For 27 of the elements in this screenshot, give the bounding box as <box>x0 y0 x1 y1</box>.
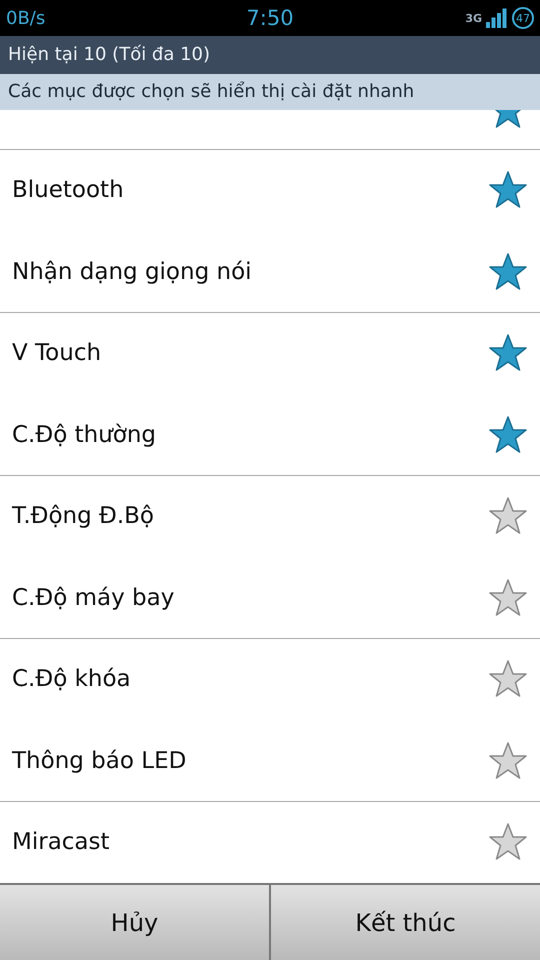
star-icon[interactable] <box>488 414 528 455</box>
list-item[interactable]: Nhận dạng giọng nói <box>0 231 540 313</box>
star-icon[interactable] <box>488 659 528 700</box>
star-icon[interactable] <box>488 740 528 781</box>
star-icon[interactable] <box>488 333 528 374</box>
star-icon[interactable] <box>488 578 528 618</box>
list-item[interactable]: Thông báo LED <box>0 720 540 802</box>
list-item[interactable]: Miracast <box>0 802 540 884</box>
star-icon[interactable] <box>488 252 528 292</box>
signal-icon <box>486 8 508 28</box>
finish-button[interactable]: Kết thúc <box>271 885 540 960</box>
network-speed: 0B/s <box>6 8 46 29</box>
list-item[interactable]: T.Động Đ.Bộ <box>0 476 540 558</box>
star-icon[interactable] <box>488 496 528 536</box>
list-item[interactable]: C.Độ thường <box>0 394 540 476</box>
header-subtitle: Các mục được chọn sẽ hiển thị cài đặt nhanh <box>0 74 540 110</box>
list-item[interactable]: Bluetooth <box>0 150 540 232</box>
header-title: Hiện tại 10 (Tối đa 10) <box>0 36 540 74</box>
star-icon[interactable] <box>488 822 528 862</box>
star-icon[interactable] <box>488 170 528 210</box>
clock: 7:50 <box>245 6 295 30</box>
list-item[interactable]: C.Độ máy bay <box>0 557 540 639</box>
list-item[interactable]: V Touch <box>0 312 540 394</box>
network-type: 3G <box>465 12 482 24</box>
list-item[interactable]: C.Độ khóa <box>0 638 540 720</box>
cancel-button[interactable]: Hủy <box>0 885 271 960</box>
battery-level: 47 <box>512 7 534 30</box>
